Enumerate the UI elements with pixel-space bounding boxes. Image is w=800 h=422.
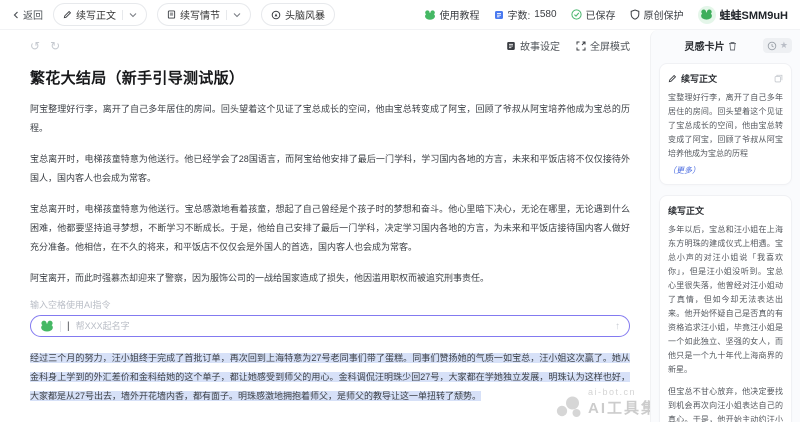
pen-icon — [63, 10, 72, 19]
document[interactable]: 繁花大结局（新手引导测试版） 阿宝整理好行李，离开了自己多年居住的房间。回头望着… — [30, 67, 630, 422]
sidebar-header: 灵感卡片 ★ — [659, 38, 792, 53]
fullscreen-button[interactable]: 全屏模式 — [576, 38, 630, 53]
trash-icon[interactable] — [728, 41, 737, 51]
editor-toolbar: ↺ ↻ 故事设定 全屏模式 — [30, 38, 630, 53]
original-protect-button[interactable]: 原创保护 — [630, 7, 684, 22]
divider — [60, 321, 61, 332]
inspiration-card[interactable]: 续写正文 宝整理好行李，离开了自己多年居住的房间。回头望着这个见证了宝总成长的空… — [659, 63, 792, 185]
card-type-label: 续写正文 — [681, 72, 770, 85]
card-text: 多年以后，宝总和汪小姐在上海东方明珠的建成仪式上相遇。宝总小声的对汪小姐说「我喜… — [668, 223, 783, 377]
redo-icon[interactable]: ↻ — [50, 39, 60, 53]
tutorial-label: 使用教程 — [440, 7, 480, 22]
card-type-label: 续写正文 — [668, 204, 783, 217]
word-count-icon — [494, 10, 504, 20]
save-status-label: 已保存 — [586, 7, 616, 22]
ai-command-hint: 输入空格使用AI指令 — [30, 298, 630, 311]
brainstorm-button[interactable]: 头脑风暴 — [261, 3, 335, 26]
continue-text-label: 续写正文 — [76, 7, 116, 22]
app-window: 返回 续写正文 续写情节 头脑风暴 — [0, 0, 800, 422]
ai-command-input[interactable] — [76, 321, 609, 331]
topbar-right: 使用教程 字数: 1580 已保存 原创保护 — [424, 6, 788, 24]
clock-icon[interactable] — [767, 41, 777, 51]
document-icon — [167, 10, 176, 19]
username: 蛙蛙SMM9uH — [720, 7, 788, 23]
card-text: 宝整理好行李，离开了自己多年居住的房间。回头望着这个见证了宝总成长的空间，他由宝… — [668, 91, 783, 161]
frog-icon — [40, 320, 54, 332]
word-count-value: 1580 — [534, 9, 556, 20]
original-protect-label: 原创保护 — [644, 7, 684, 22]
star-icon[interactable]: ★ — [780, 40, 788, 51]
continue-plot-button[interactable]: 续写情节 — [157, 3, 251, 26]
shield-icon — [630, 9, 640, 20]
copy-icon[interactable] — [774, 74, 783, 83]
fullscreen-icon — [576, 41, 586, 51]
divider — [122, 10, 123, 20]
story-setting-button[interactable]: 故事设定 — [506, 38, 560, 53]
card-text: 但宝总不甘心放弃，他决定要找到机会再次向汪小姐表达自己的真心。于是，他开始主动约… — [668, 385, 783, 422]
check-circle-icon — [571, 9, 582, 20]
sidebar-view-toggle[interactable]: ★ — [763, 38, 792, 53]
chevron-down-icon[interactable] — [233, 12, 241, 18]
save-status: 已保存 — [571, 7, 616, 22]
divider — [226, 10, 227, 20]
fullscreen-label: 全屏模式 — [590, 38, 630, 53]
tutorial-button[interactable]: 使用教程 — [424, 7, 480, 22]
back-label: 返回 — [23, 7, 43, 22]
continue-plot-label: 续写情节 — [180, 7, 220, 22]
send-arrow-icon[interactable]: ↑ — [615, 321, 620, 332]
top-toolbar: 返回 续写正文 续写情节 头脑风暴 — [0, 0, 800, 30]
document-title[interactable]: 繁花大结局（新手引导测试版） — [30, 67, 630, 88]
story-setting-icon — [506, 41, 516, 51]
editor-area[interactable]: ↺ ↻ 故事设定 全屏模式 — [0, 30, 650, 422]
text-cursor: | — [67, 321, 70, 332]
story-setting-label: 故事设定 — [520, 38, 560, 53]
back-button[interactable]: 返回 — [12, 7, 43, 22]
highlighted-paragraph[interactable]: 经过三个月的努力，汪小姐终于完成了首批订单，再次回到上海特意为27号老同事们带了… — [30, 349, 630, 406]
ai-command-bar[interactable]: | ↑ — [30, 315, 630, 337]
sidebar-title: 灵感卡片 — [684, 38, 724, 53]
pen-icon — [668, 74, 677, 83]
undo-icon[interactable]: ↺ — [30, 39, 40, 53]
word-count-label: 字数: — [508, 7, 531, 22]
paragraph[interactable]: 明珠公司搬进了魏总父亲的大型仓库，使得进出货物更加便利。金科离开的时间不远，她望… — [30, 418, 630, 422]
avatar — [698, 6, 716, 24]
paragraph[interactable]: 宝总离开时，电梯孩童特意为他送行。宝总感激地看着孩童，想起了自己曾经是个孩子时的… — [30, 200, 630, 257]
paragraph[interactable]: 宝总离开时，电梯孩童特意为他送行。他已经学会了28国语言，而阿宝给他安排了最后一… — [30, 150, 630, 188]
more-link[interactable]: （更多） — [668, 165, 783, 176]
user-account[interactable]: 蛙蛙SMM9uH — [698, 6, 788, 24]
paragraph[interactable]: 阿宝整理好行李，离开了自己多年居住的房间。回头望着这个见证了宝总成长的空间，他由… — [30, 100, 630, 138]
frog-icon — [424, 10, 436, 20]
back-chevron-icon — [12, 11, 20, 19]
continue-text-button[interactable]: 续写正文 — [53, 3, 147, 26]
inspiration-sidebar: 灵感卡片 ★ 续写正文 — [650, 30, 800, 422]
word-count: 字数: 1580 — [494, 7, 557, 22]
brainstorm-icon — [271, 10, 281, 20]
inspiration-card[interactable]: 续写正文 多年以后，宝总和汪小姐在上海东方明珠的建成仪式上相遇。宝总小声的对汪小… — [659, 195, 792, 422]
brainstorm-label: 头脑风暴 — [285, 7, 325, 22]
chevron-down-icon[interactable] — [129, 12, 137, 18]
text-selection: 经过三个月的努力，汪小姐终于完成了首批订单，再次回到上海特意为27号老同事们带了… — [30, 353, 630, 401]
paragraph[interactable]: 阿宝离开，而此时强慕杰却迎来了警察，因为服饰公司的一战给国家造成了损失，他因滥用… — [30, 269, 630, 288]
